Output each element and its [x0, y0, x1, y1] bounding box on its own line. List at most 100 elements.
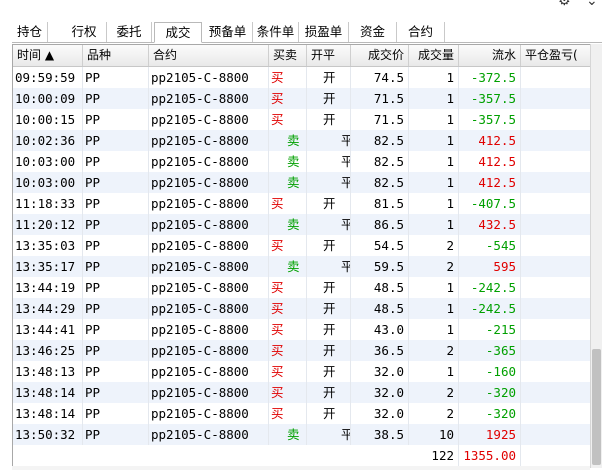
gear-icon[interactable]: ⚙ — [558, 0, 571, 8]
table-row[interactable]: 10:00:09 PP pp2105-C-8800 买开 71.5 1 -357.5 — [13, 88, 591, 109]
cell-price: 82.5 — [351, 130, 409, 151]
column-header-flow[interactable]: 流水 — [459, 45, 521, 66]
cell-qty: 2 — [409, 256, 459, 277]
table-row[interactable]: 13:50:32PPpp2105-C-8800卖平38.5101925 — [13, 424, 591, 445]
table-row[interactable]: 10:00:15 PP pp2105-C-8800 买开 71.5 1 -357.5 — [13, 109, 591, 130]
cell-time: 13:44:29 — [13, 298, 83, 319]
cell-close-pnl — [521, 340, 591, 361]
tab-conditional-orders[interactable]: 条件单 — [253, 22, 299, 42]
table-row[interactable]: 09:59:59 PP pp2105-C-8800 买开 74.5 1 -372.5 — [13, 67, 591, 88]
cell-time: 10:03:00 — [13, 172, 83, 193]
table-row[interactable]: 13:48:14 PP pp2105-C-8800 买开 32.0 2 -320 — [13, 382, 591, 403]
cell-flow: -320 — [459, 382, 521, 403]
cell-contract: pp2105-C-8800 — [149, 88, 269, 109]
column-header-time[interactable]: 时间 ▲ — [13, 45, 83, 66]
cell-openclose: 平 — [307, 151, 351, 172]
column-header-qty[interactable]: 成交量 — [409, 45, 459, 66]
cell-flow: 1925 — [459, 424, 521, 445]
cell-side: 买 — [269, 193, 307, 214]
table-row[interactable]: 13:46:25 PP pp2105-C-8800 买开 36.5 2 -365 — [13, 340, 591, 361]
cell-side: 卖 — [269, 172, 307, 193]
cell-product: PP — [83, 193, 149, 214]
cell-product: PP — [83, 340, 149, 361]
totals-row: 122 1355.00 — [13, 445, 591, 466]
cell-contract: pp2105-C-8800 — [149, 340, 269, 361]
cell-side: 买 — [269, 340, 307, 361]
cell-openclose: 开 — [307, 88, 351, 109]
cell-time: 13:50:32 — [13, 424, 83, 445]
table-row[interactable]: 13:35:17PPpp2105-C-8800卖平59.52595 — [13, 256, 591, 277]
tab-contracts[interactable]: 合约 — [397, 22, 445, 42]
cell-qty: 1 — [409, 172, 459, 193]
table-row[interactable]: 11:20:12PPpp2105-C-8800卖平86.51432.5 — [13, 214, 591, 235]
table-row[interactable]: 13:48:13 PP pp2105-C-8800 买开 32.0 1 -160 — [13, 361, 591, 382]
cell-product: PP — [83, 214, 149, 235]
cell-flow: 412.5 — [459, 130, 521, 151]
cell-side: 买 — [269, 298, 307, 319]
cell-openclose: 开 — [307, 277, 351, 298]
cell-close-pnl — [521, 130, 591, 151]
cell-price: 54.5 — [351, 235, 409, 256]
cell-flow: -215 — [459, 319, 521, 340]
cell-time: 10:00:15 — [13, 109, 83, 130]
column-header-price[interactable]: 成交价 — [351, 45, 409, 66]
tab-preorders[interactable]: 预备单 — [203, 22, 253, 42]
table-row[interactable]: 13:48:14 PP pp2105-C-8800 买开 32.0 2 -320 — [13, 403, 591, 424]
column-header-product[interactable]: 品种 — [83, 45, 149, 66]
tab-positions[interactable]: 持仓 — [12, 22, 48, 42]
table-row[interactable]: 13:44:41 PP pp2105-C-8800 买开 43.0 1 -215 — [13, 319, 591, 340]
cell-qty: 1 — [409, 151, 459, 172]
table-row[interactable]: 10:03:00PPpp2105-C-8800卖平82.51412.5 — [13, 151, 591, 172]
cell-time: 13:48:14 — [13, 403, 83, 424]
cell-qty: 1 — [409, 67, 459, 88]
cell-price: 48.5 — [351, 298, 409, 319]
cell-time: 13:44:19 — [13, 277, 83, 298]
cell-contract: pp2105-C-8800 — [149, 214, 269, 235]
cell-flow: -320 — [459, 403, 521, 424]
scrollbar-thumb[interactable] — [592, 349, 601, 465]
total-qty: 122 — [409, 445, 459, 466]
table-row[interactable]: 13:44:29 PP pp2105-C-8800 买开 48.5 1 -242.5 — [13, 298, 591, 319]
cell-contract: pp2105-C-8800 — [149, 193, 269, 214]
tab-trades[interactable]: 成交 — [154, 22, 202, 43]
cell-product: PP — [83, 67, 149, 88]
table-row[interactable]: 13:44:19 PP pp2105-C-8800 买开 48.5 1 -242.5 — [13, 277, 591, 298]
cell-time: 11:18:33 — [13, 193, 83, 214]
cell-openclose: 开 — [307, 235, 351, 256]
cell-price: 32.0 — [351, 403, 409, 424]
cell-close-pnl — [521, 256, 591, 277]
chevron-down-icon[interactable]: ⌄ — [586, 0, 598, 8]
cell-contract: pp2105-C-8800 — [149, 151, 269, 172]
cell-price: 59.5 — [351, 256, 409, 277]
cell-openclose: 开 — [307, 193, 351, 214]
cell-qty: 1 — [409, 214, 459, 235]
cell-price: 43.0 — [351, 319, 409, 340]
tab-funds[interactable]: 资金 — [349, 22, 397, 42]
column-header-openclose[interactable]: 开平 — [307, 45, 351, 66]
cell-side: 买 — [269, 403, 307, 424]
horizontal-scrollbar[interactable] — [12, 466, 590, 470]
column-header-side[interactable]: 买卖 — [269, 45, 307, 66]
column-header-contract[interactable]: 合约 — [149, 45, 269, 66]
column-header-close-pnl[interactable]: 平仓盈亏( — [521, 45, 591, 66]
tab-orders[interactable]: 委托 — [107, 22, 152, 42]
cell-product: PP — [83, 361, 149, 382]
tab-exercise[interactable]: 行权 — [62, 22, 107, 42]
table-row[interactable]: 10:02:36PPpp2105-C-8800卖平82.51412.5 — [13, 130, 591, 151]
cell-contract: pp2105-C-8800 — [149, 277, 269, 298]
cell-qty: 1 — [409, 193, 459, 214]
cell-flow: -242.5 — [459, 277, 521, 298]
table-row[interactable]: 10:03:00PPpp2105-C-8800卖平82.51412.5 — [13, 172, 591, 193]
cell-close-pnl — [521, 361, 591, 382]
cell-price: 81.5 — [351, 193, 409, 214]
cell-qty: 2 — [409, 382, 459, 403]
tab-stop-orders[interactable]: 损盈单 — [299, 22, 349, 42]
cell-product: PP — [83, 88, 149, 109]
trades-grid: 时间 ▲ 品种 合约 买卖 开平 成交价 成交量 流水 平仓盈亏( 09:59:… — [12, 44, 591, 468]
cell-openclose: 开 — [307, 361, 351, 382]
table-row[interactable]: 11:18:33 PP pp2105-C-8800 买开 81.5 1 -407.5 — [13, 193, 591, 214]
cell-flow: 412.5 — [459, 151, 521, 172]
vertical-scrollbar[interactable] — [590, 44, 602, 468]
table-row[interactable]: 13:35:03 PP pp2105-C-8800 买开 54.5 2 -545 — [13, 235, 591, 256]
cell-contract: pp2105-C-8800 — [149, 382, 269, 403]
